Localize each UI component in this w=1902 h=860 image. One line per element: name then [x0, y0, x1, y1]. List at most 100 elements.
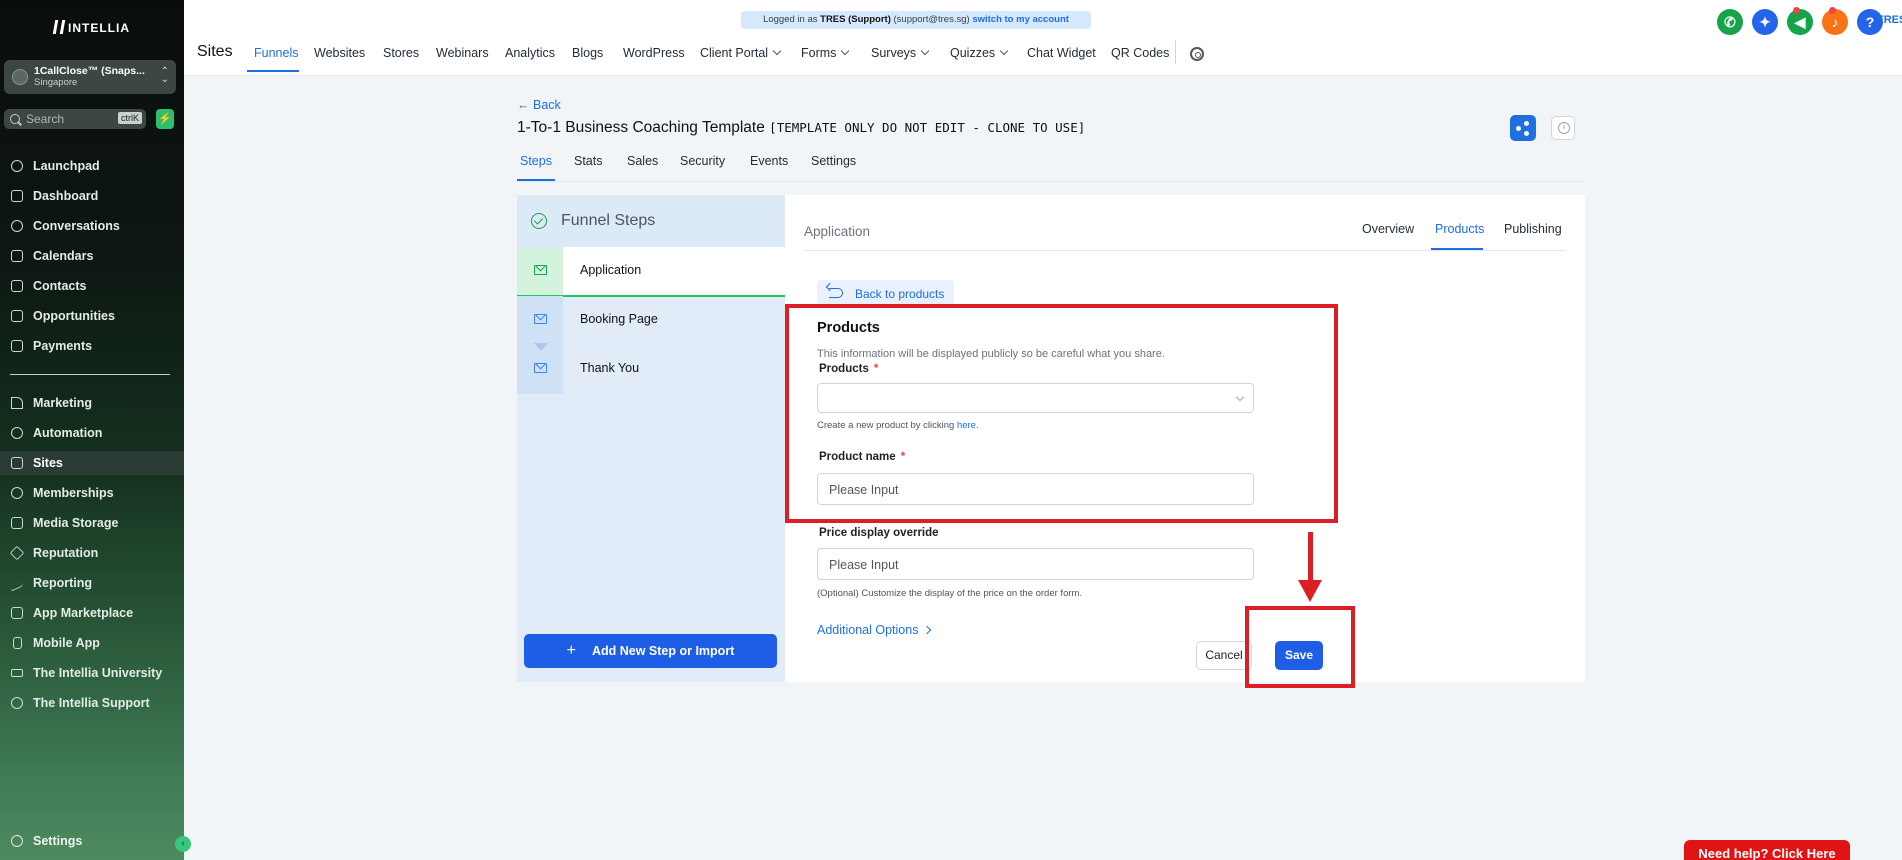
calendar-icon [11, 250, 23, 262]
price-override-placeholder: Please Input [829, 558, 899, 572]
funnel-step-application[interactable]: Application [517, 247, 785, 297]
sidebar-item-conversations[interactable]: Conversations [0, 214, 184, 238]
funnel-steps-heading: Funnel Steps [561, 212, 656, 229]
location-switcher[interactable]: 1CallClose™ (Snaps... Singapore ⌃ ⌄ [4, 60, 176, 94]
settings-gear-icon[interactable] [1190, 47, 1204, 61]
sidebar-item-mobile-app[interactable]: Mobile App [0, 631, 184, 655]
tab-stores[interactable]: Stores [383, 46, 419, 60]
location-avatar-icon [12, 69, 28, 85]
tab-security[interactable]: Security [680, 154, 725, 168]
sidebar-item-label: The Intellia University [33, 666, 163, 680]
chevron-right-icon [923, 625, 932, 635]
sidebar-divider [10, 374, 170, 375]
tab-funnels[interactable]: Funnels [254, 46, 298, 60]
tab-settings[interactable]: Settings [811, 154, 856, 168]
info-button[interactable] [1551, 116, 1575, 140]
sidebar-settings[interactable]: Settings [0, 830, 184, 852]
step-label: Thank You [580, 361, 640, 375]
tabs-divider [1175, 40, 1176, 64]
sidebar-item-label: Marketing [33, 396, 93, 410]
tab-stats[interactable]: Stats [574, 154, 603, 168]
notification-dot [1829, 7, 1836, 14]
rocket-icon [11, 160, 23, 172]
tab-websites[interactable]: Websites [314, 46, 365, 60]
sidebar-search[interactable]: Search ctrlK [4, 109, 146, 129]
plus-icon: + [566, 642, 576, 659]
contacts-icon [11, 280, 23, 292]
sidebar-item-sites[interactable]: Sites [0, 451, 184, 475]
grid-icon [11, 190, 23, 202]
tab-events[interactable]: Events [750, 154, 788, 168]
tab-wordpress[interactable]: WordPress [623, 46, 685, 60]
editor-tabs-divider [804, 250, 1566, 251]
phone-icon[interactable]: ✆ [1717, 9, 1743, 35]
tab-overview[interactable]: Overview [1362, 222, 1414, 236]
sidebar-item-memberships[interactable]: Memberships [0, 481, 184, 505]
page-section-title: Sites [197, 43, 233, 60]
notification-dot [1793, 7, 1800, 14]
sidebar-item-opportunities[interactable]: Opportunities [0, 304, 184, 328]
sidebar-collapse-button[interactable]: ‹ [175, 836, 191, 852]
funnel-step-thank-you[interactable]: Thank You [517, 345, 785, 394]
funnel-step-booking-page[interactable]: Booking Page [517, 296, 785, 345]
sidebar-item-label: Opportunities [33, 309, 115, 323]
sidebar-item-intellia-support[interactable]: The Intellia Support [0, 691, 184, 715]
share-icon-node [1524, 131, 1529, 136]
switch-account-link[interactable]: switch to my account [972, 14, 1069, 25]
sidebar-item-media-storage[interactable]: Media Storage [0, 511, 184, 535]
share-button[interactable] [1510, 115, 1536, 141]
tab-chat-widget[interactable]: Chat Widget [1027, 46, 1096, 60]
tab-quizzes-label: Quizzes [950, 46, 996, 60]
tab-forms[interactable]: Forms [801, 46, 850, 60]
sidebar: INTELLIA 1CallClose™ (Snaps... Singapore… [0, 0, 184, 860]
sidebar-item-intellia-university[interactable]: The Intellia University [0, 661, 184, 685]
highlight-products-box [785, 304, 1338, 523]
sidebar-item-automation[interactable]: Automation [0, 421, 184, 445]
sidebar-item-label: Memberships [33, 486, 114, 500]
quick-action-bolt-icon[interactable]: ⚡ [156, 109, 174, 129]
funnel-name-tag: [TEMPLATE ONLY DO NOT EDIT - CLONE TO US… [769, 120, 1086, 135]
step-title: Application [804, 224, 871, 239]
app-logo[interactable]: INTELLIA [0, 20, 184, 35]
back-link[interactable]: ← Back [517, 98, 561, 112]
tab-surveys[interactable]: Surveys [871, 46, 930, 60]
sidebar-item-marketing[interactable]: Marketing [0, 391, 184, 415]
sidebar-item-calendars[interactable]: Calendars [0, 244, 184, 268]
need-help-button[interactable]: Need help? Click Here [1684, 840, 1850, 860]
apps-icon [11, 607, 23, 619]
sidebar-item-dashboard[interactable]: Dashboard [0, 184, 184, 208]
tab-webinars[interactable]: Webinars [436, 46, 489, 60]
tab-blogs[interactable]: Blogs [572, 46, 603, 60]
tab-products[interactable]: Products [1435, 222, 1484, 236]
location-name: 1CallClose™ (Snaps... [34, 65, 145, 77]
tab-quizzes[interactable]: Quizzes [950, 46, 1009, 60]
megaphone-icon[interactable]: ◀ [1787, 9, 1813, 35]
sidebar-item-launchpad[interactable]: Launchpad [0, 154, 184, 178]
back-label: Back [532, 98, 561, 112]
active-editor-tab-indicator [1431, 248, 1483, 250]
cancel-button[interactable]: Cancel [1196, 641, 1252, 670]
tab-publishing[interactable]: Publishing [1504, 222, 1562, 236]
sidebar-item-label: Reputation [33, 546, 99, 560]
tab-analytics[interactable]: Analytics [505, 46, 555, 60]
tab-steps[interactable]: Steps [520, 154, 552, 168]
sidebar-item-reporting[interactable]: Reporting [0, 571, 184, 595]
sidebar-item-reputation[interactable]: Reputation [0, 541, 184, 565]
banner-prefix: Logged in as [763, 14, 818, 25]
magic-wand-icon[interactable]: ✦ [1752, 9, 1778, 35]
annotation-arrow-head-icon [1298, 580, 1322, 602]
funnel-steps-header: Funnel Steps [517, 195, 785, 247]
back-to-products-button[interactable]: Back to products [817, 280, 954, 306]
price-override-input[interactable]: Please Input [817, 548, 1254, 580]
sidebar-item-app-marketplace[interactable]: App Marketplace [0, 601, 184, 625]
sidebar-item-payments[interactable]: Payments [0, 334, 184, 358]
tab-sales[interactable]: Sales [627, 154, 658, 168]
add-new-step-button[interactable]: + Add New Step or Import [524, 634, 777, 668]
tab-qr-codes[interactable]: QR Codes [1111, 46, 1169, 60]
tab-client-portal[interactable]: Client Portal [700, 46, 782, 60]
additional-options-link[interactable]: Additional Options [817, 623, 932, 637]
step-rail [517, 296, 563, 345]
sidebar-item-contacts[interactable]: Contacts [0, 274, 184, 298]
user-avatar[interactable]: TRES [1877, 14, 1902, 26]
sidebar-item-label: Media Storage [33, 516, 119, 530]
